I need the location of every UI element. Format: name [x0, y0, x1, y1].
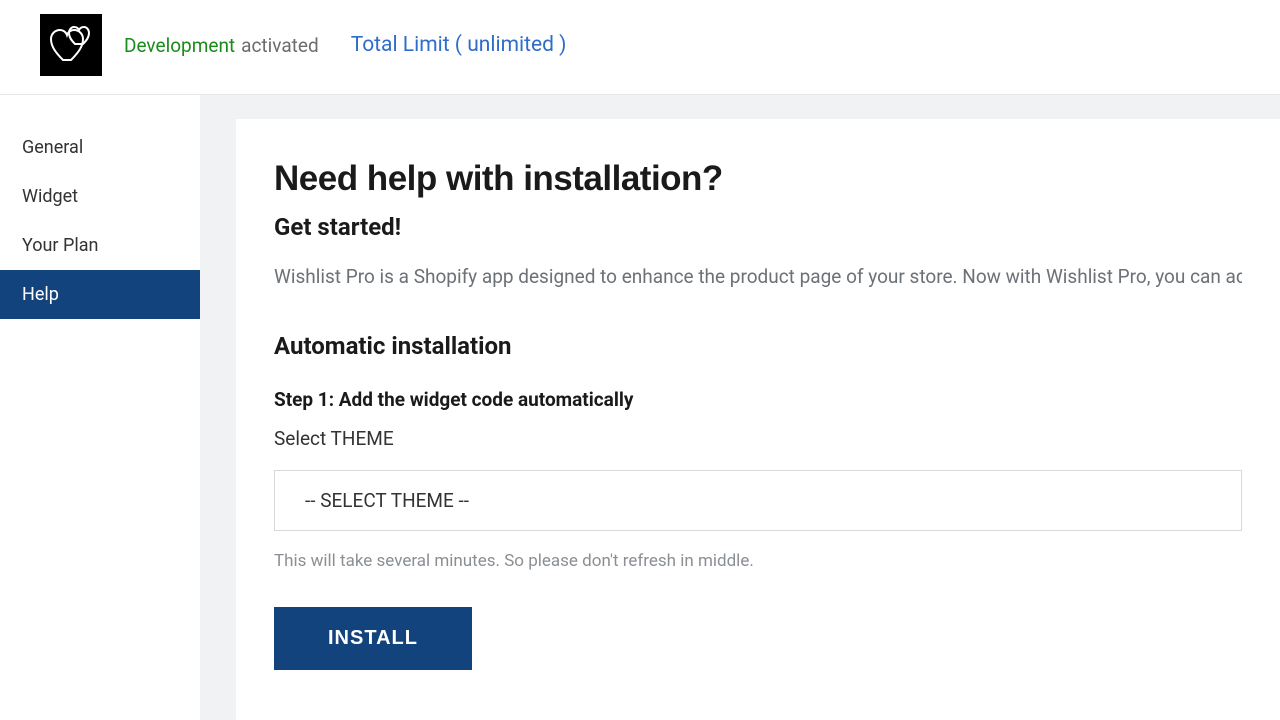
- status-development: Development: [124, 34, 235, 57]
- content-area: Need help with installation? Get started…: [200, 95, 1280, 720]
- sidebar-item-label: Help: [22, 284, 59, 305]
- section-title: Automatic installation: [274, 332, 1242, 360]
- sidebar-item-label: Your Plan: [22, 235, 98, 256]
- theme-select[interactable]: -- SELECT THEME --: [274, 470, 1242, 531]
- step-1-heading: Step 1: Add the widget code automaticall…: [274, 388, 1242, 411]
- install-hint: This will take several minutes. So pleas…: [274, 551, 1242, 571]
- help-card: Need help with installation? Get started…: [236, 119, 1280, 720]
- sidebar-item-label: General: [22, 137, 83, 158]
- sidebar-item-your-plan[interactable]: Your Plan: [0, 221, 200, 270]
- sidebar-item-widget[interactable]: Widget: [0, 172, 200, 221]
- total-limit-link[interactable]: Total Limit ( unlimited ): [351, 33, 567, 57]
- page-subtitle: Get started!: [274, 213, 1242, 241]
- hearts-icon: [49, 26, 93, 64]
- sidebar-item-label: Widget: [22, 186, 78, 207]
- page-title: Need help with installation?: [274, 159, 1242, 199]
- sidebar-item-general[interactable]: General: [0, 123, 200, 172]
- theme-select-placeholder: -- SELECT THEME --: [305, 489, 469, 512]
- main-layout: General Widget Your Plan Help Need help …: [0, 95, 1280, 720]
- app-logo: [40, 14, 102, 76]
- header-bar: Development activated Total Limit ( unli…: [0, 0, 1280, 95]
- sidebar-item-help[interactable]: Help: [0, 270, 200, 319]
- select-theme-label: Select THEME: [274, 427, 1242, 450]
- install-button[interactable]: INSTALL: [274, 607, 472, 670]
- page-description: Wishlist Pro is a Shopify app designed t…: [274, 263, 1242, 292]
- status-text: Development activated: [124, 34, 319, 57]
- status-activated: activated: [241, 34, 319, 57]
- sidebar-nav: General Widget Your Plan Help: [0, 95, 200, 720]
